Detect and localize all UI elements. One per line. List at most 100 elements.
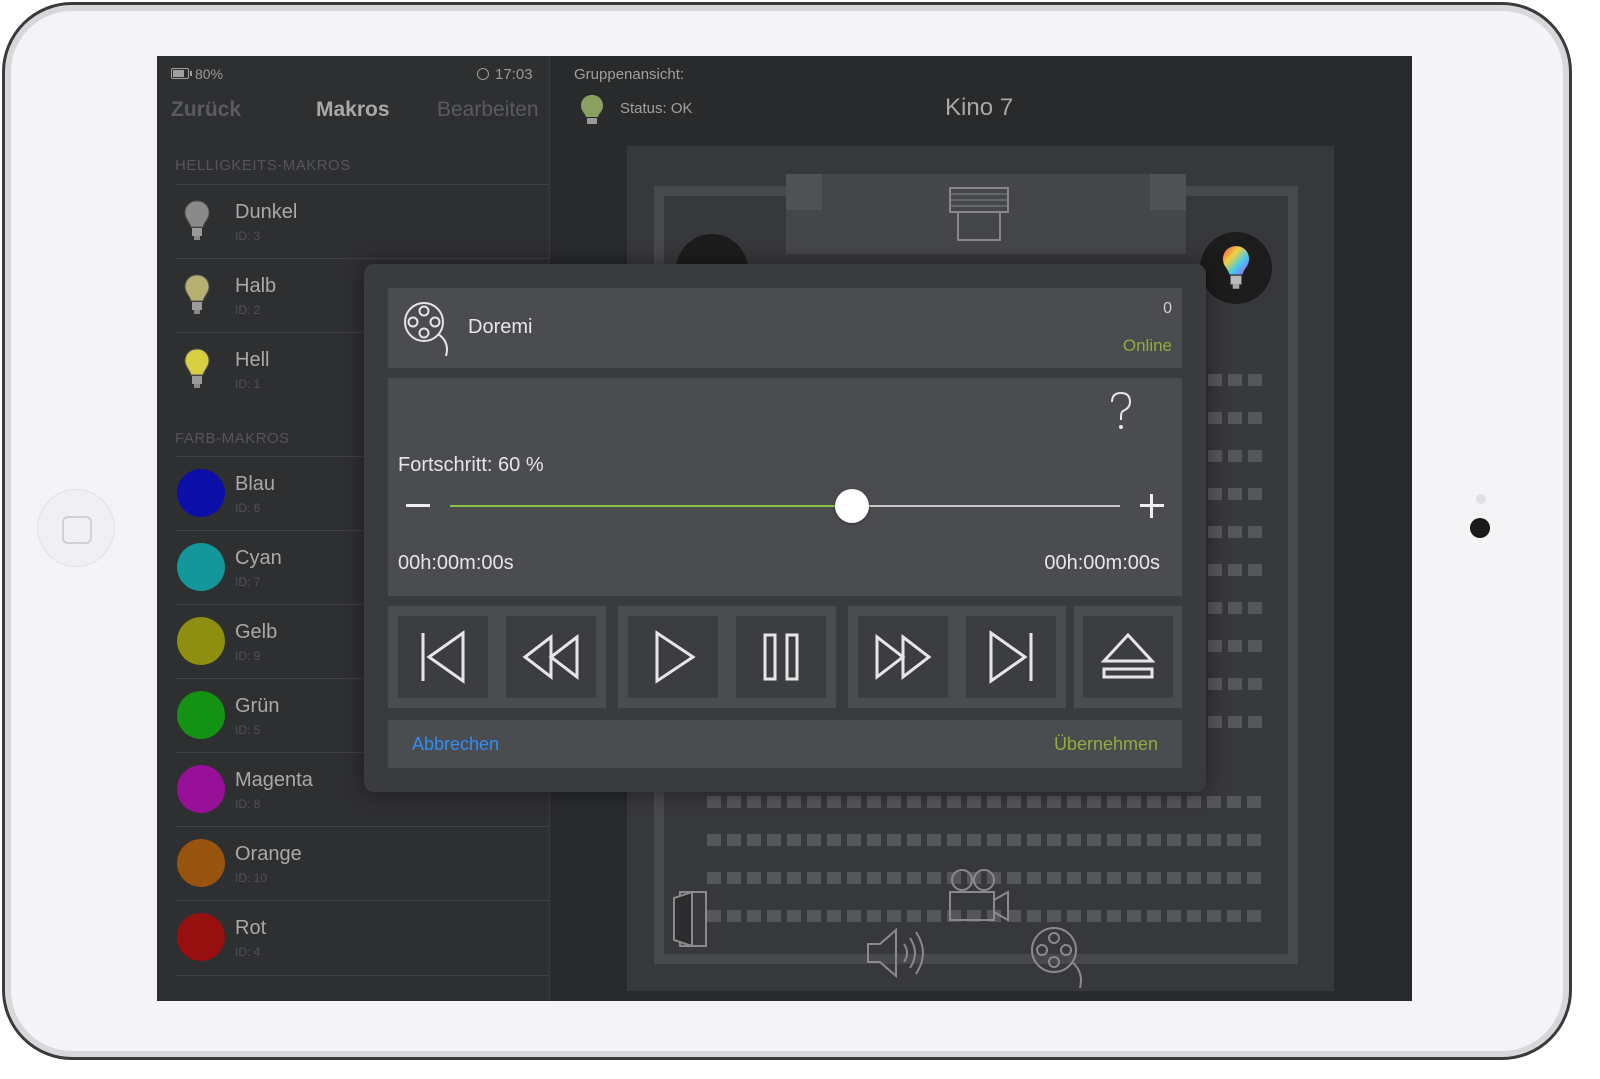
color-swatch bbox=[177, 691, 225, 739]
skip-back-icon bbox=[421, 630, 465, 684]
room-title: Kino 7 bbox=[945, 94, 1014, 121]
seat bbox=[787, 910, 801, 922]
ambient-sensor bbox=[1476, 494, 1486, 504]
seat bbox=[847, 796, 861, 808]
color-swatch bbox=[177, 765, 225, 813]
bulb-icon bbox=[184, 200, 210, 240]
door-icon[interactable] bbox=[670, 888, 712, 950]
projector-camera-icon[interactable] bbox=[946, 868, 1012, 926]
home-button[interactable] bbox=[38, 490, 114, 566]
seat bbox=[1228, 678, 1242, 690]
seat bbox=[947, 796, 961, 808]
seat bbox=[1167, 910, 1181, 922]
play-button[interactable] bbox=[628, 616, 718, 698]
seat bbox=[787, 796, 801, 808]
room-light-right[interactable] bbox=[1200, 232, 1272, 304]
seat bbox=[1228, 374, 1242, 386]
seat bbox=[907, 872, 921, 884]
eject-button[interactable] bbox=[1083, 616, 1173, 698]
section-header-color: FARB-MAKROS bbox=[175, 430, 290, 447]
device-control-dialog: Doremi 0 Online Fortschritt: 60 % 00h:00… bbox=[364, 264, 1206, 792]
macro-id: ID: 5 bbox=[235, 723, 261, 737]
seat bbox=[747, 910, 761, 922]
seat bbox=[1248, 488, 1262, 500]
seat bbox=[1047, 872, 1061, 884]
skip-back-button[interactable] bbox=[398, 616, 488, 698]
apply-button[interactable]: Übernehmen bbox=[1054, 734, 1158, 755]
skip-forward-button[interactable] bbox=[966, 616, 1056, 698]
seat bbox=[1228, 526, 1242, 538]
seat bbox=[707, 796, 721, 808]
control-group-forward-skip bbox=[848, 606, 1066, 708]
macro-name: Grün bbox=[235, 695, 280, 717]
macro-row-orange[interactable]: Orange ID: 10 bbox=[175, 826, 549, 901]
macro-id: ID: 10 bbox=[235, 871, 268, 885]
seat bbox=[1167, 872, 1181, 884]
seat bbox=[1228, 412, 1242, 424]
seat bbox=[1147, 872, 1161, 884]
battery-level: 80% bbox=[195, 66, 224, 82]
edit-button[interactable]: Bearbeiten bbox=[437, 98, 539, 122]
macro-row-dunkel[interactable]: Dunkel ID: 3 bbox=[175, 184, 549, 259]
time-elapsed: 00h:00m:00s bbox=[398, 552, 514, 574]
seat bbox=[1187, 796, 1201, 808]
fast-forward-button[interactable] bbox=[858, 616, 948, 698]
eject-icon bbox=[1100, 632, 1156, 679]
seat bbox=[867, 910, 881, 922]
film-reel-icon[interactable] bbox=[1028, 924, 1090, 990]
seat bbox=[1228, 640, 1242, 652]
cancel-button[interactable]: Abbrechen bbox=[412, 734, 499, 755]
progress-slider-thumb[interactable] bbox=[835, 489, 869, 523]
seat bbox=[1027, 796, 1041, 808]
group-status: Status: OK bbox=[620, 100, 693, 117]
seat bbox=[887, 796, 901, 808]
progress-slider[interactable] bbox=[450, 489, 1120, 523]
seat bbox=[827, 872, 841, 884]
increase-button[interactable] bbox=[1140, 494, 1164, 518]
macro-id: ID: 8 bbox=[235, 797, 261, 811]
seat bbox=[1127, 872, 1141, 884]
fast-forward-icon bbox=[875, 633, 932, 681]
macro-row-rot[interactable]: Rot ID: 4 bbox=[175, 900, 549, 976]
app-screen: 80% 17:03 Zurück Makros Bearbeiten HELLI… bbox=[157, 56, 1412, 1001]
rewind-button[interactable] bbox=[506, 616, 596, 698]
seat bbox=[1127, 796, 1141, 808]
seat bbox=[1208, 564, 1222, 576]
seat bbox=[767, 834, 781, 846]
macro-name: Orange bbox=[235, 843, 302, 865]
macro-name: Blau bbox=[235, 473, 276, 495]
seat bbox=[1107, 796, 1121, 808]
seat bbox=[807, 910, 821, 922]
help-question-icon[interactable] bbox=[1106, 390, 1136, 434]
speaker-icon[interactable] bbox=[864, 924, 930, 982]
seat bbox=[1207, 872, 1221, 884]
progress-label: Fortschritt: 60 % bbox=[398, 454, 544, 476]
pause-button[interactable] bbox=[736, 616, 826, 698]
color-swatch bbox=[177, 543, 225, 591]
seat bbox=[927, 796, 941, 808]
seat bbox=[1007, 834, 1021, 846]
seat bbox=[827, 834, 841, 846]
seat bbox=[1067, 796, 1081, 808]
seat bbox=[967, 834, 981, 846]
seat bbox=[847, 910, 861, 922]
seat bbox=[1227, 910, 1241, 922]
seat bbox=[1208, 450, 1222, 462]
color-swatch bbox=[177, 469, 225, 517]
macro-id: ID: 1 bbox=[235, 377, 261, 391]
seat bbox=[807, 872, 821, 884]
seat bbox=[987, 834, 1001, 846]
seat bbox=[887, 910, 901, 922]
seat bbox=[987, 796, 1001, 808]
seat bbox=[727, 796, 741, 808]
projection-screen-icon[interactable] bbox=[948, 186, 1010, 242]
back-button[interactable]: Zurück bbox=[171, 98, 241, 122]
seat bbox=[1207, 796, 1221, 808]
seat bbox=[1248, 412, 1262, 424]
nav-title: Makros bbox=[316, 98, 390, 121]
seat bbox=[1248, 564, 1262, 576]
seat bbox=[1127, 834, 1141, 846]
decrease-button[interactable] bbox=[406, 504, 430, 507]
seat bbox=[1248, 678, 1262, 690]
seat bbox=[1167, 796, 1181, 808]
